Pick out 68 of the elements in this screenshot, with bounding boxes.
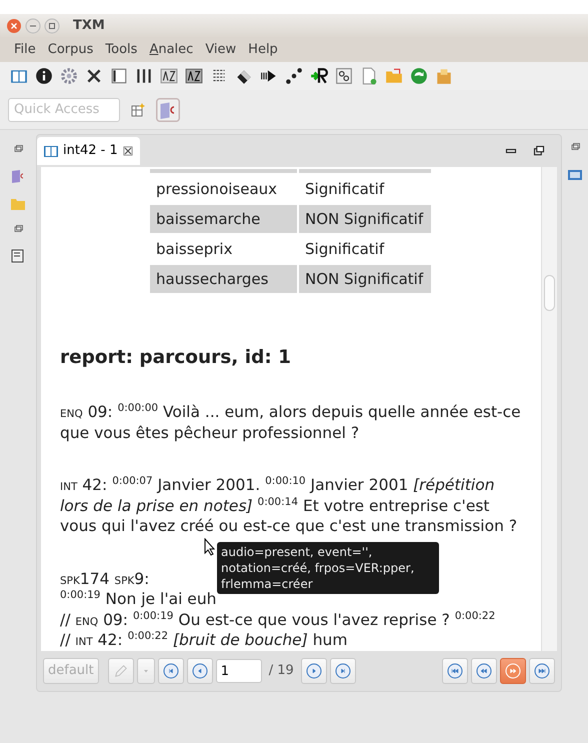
page-field[interactable]: 1 bbox=[216, 659, 262, 683]
table-cell: NON Significatif bbox=[299, 265, 431, 293]
table-cell-text: Significatif bbox=[304, 239, 386, 260]
utterance-text: INT 42: $^{0:00:07}$ Janvier 2001. $^{0:00:10}$ Janvier 2001 [répétition lors de la prise en notes] $^{0:00:14}$ Et votre entreprise c'est vous qui l'avez créé ou est-ce que c'est une transmission ? bbox=[60, 476, 518, 536]
table-cell-text: baisseprix bbox=[155, 239, 234, 260]
caret-icon bbox=[142, 667, 150, 675]
previous-page-icon bbox=[476, 663, 492, 679]
text-nav-button[interactable] bbox=[442, 658, 468, 684]
maximize-icon[interactable] bbox=[44, 18, 60, 34]
utterance-text: $^{0:00:19}$ Non je l'ai euh bbox=[60, 590, 216, 610]
text-nav-button[interactable] bbox=[500, 658, 526, 684]
menu-item[interactable]: File bbox=[8, 40, 42, 60]
sort-icon[interactable] bbox=[160, 67, 178, 85]
column-icon[interactable] bbox=[110, 67, 128, 85]
gear-icon[interactable] bbox=[60, 67, 78, 85]
next-page-icon bbox=[505, 663, 521, 679]
text-nav-button[interactable] bbox=[471, 658, 497, 684]
mouse-pointer-icon bbox=[204, 538, 216, 556]
previous-page-icon bbox=[192, 663, 208, 679]
corpus-icon[interactable] bbox=[156, 98, 180, 122]
refresh-icon[interactable] bbox=[410, 67, 428, 85]
window-title: TXM bbox=[73, 17, 105, 36]
menu-item[interactable]: Analec bbox=[143, 40, 200, 60]
quick-access-field[interactable]: Quick Access bbox=[8, 98, 120, 122]
page-nav-button[interactable] bbox=[158, 658, 184, 684]
text-nav-button[interactable] bbox=[529, 658, 555, 684]
utterance-text: ENQ 09: $^{0:00:00}$ Voilà ... eum, alors depuis quelle année est-ce que vous êtes pêcheur professionnel ? bbox=[60, 403, 522, 442]
report-heading: report: parcours, id: 1 bbox=[60, 347, 292, 369]
info-icon[interactable] bbox=[35, 67, 53, 85]
columns-icon[interactable] bbox=[135, 67, 153, 85]
menu-item[interactable]: Corpus bbox=[42, 40, 100, 60]
last-page-icon bbox=[334, 663, 351, 679]
last-page-icon bbox=[534, 663, 550, 679]
table-cell-text: Significatif bbox=[304, 179, 386, 200]
menu-item[interactable]: Help bbox=[242, 40, 284, 60]
new-file-icon[interactable] bbox=[360, 67, 378, 85]
page-total: / 19 bbox=[268, 662, 295, 680]
corpus-icon[interactable] bbox=[10, 168, 26, 184]
table-cell: haussecharges bbox=[150, 265, 297, 293]
utterance-text: // INT 42: $^{0:00:22}$ [bruit de bouche] hum bbox=[60, 631, 348, 651]
first-page-icon bbox=[162, 663, 179, 679]
next-page-icon bbox=[306, 663, 322, 679]
r-icon[interactable] bbox=[310, 67, 328, 85]
close-icon[interactable] bbox=[85, 67, 103, 85]
editor-tab[interactable]: int42 - 1 bbox=[37, 137, 140, 165]
page-nav-button[interactable] bbox=[300, 658, 327, 684]
folder-icon[interactable] bbox=[385, 67, 403, 85]
menu-item[interactable]: View bbox=[199, 40, 242, 60]
page-nav-button[interactable] bbox=[330, 658, 356, 684]
utterance-text: // ENQ 09: $^{0:00:19}$ Ou est-ce que vous l'avez reprise ? $^{0:00:22}$ bbox=[60, 610, 496, 630]
close-icon[interactable] bbox=[122, 145, 134, 157]
sort-icon[interactable] bbox=[185, 67, 203, 85]
utterance-text: SPK174 SPK9: bbox=[60, 570, 150, 590]
restore-icon[interactable] bbox=[533, 145, 545, 157]
page-nav-button[interactable] bbox=[186, 658, 213, 684]
book-icon bbox=[43, 143, 59, 159]
dots-icon[interactable] bbox=[285, 67, 303, 85]
settings-icon[interactable] bbox=[335, 67, 353, 85]
table-cell-text: pressionoiseaux bbox=[155, 179, 278, 200]
console-icon[interactable] bbox=[10, 248, 26, 264]
first-page-icon bbox=[447, 663, 463, 679]
menu-item[interactable]: Tools bbox=[99, 40, 144, 60]
tooltip: audio=present, event='', notation=créé, frpos=VER:pper, frlemma=créer bbox=[217, 542, 439, 594]
perspective-icon[interactable] bbox=[130, 102, 146, 118]
table-cell: baissemarche bbox=[150, 205, 297, 233]
vertical-scrollbar[interactable] bbox=[541, 167, 557, 651]
table-cell: NON Significatif bbox=[299, 205, 431, 233]
pencil-icon bbox=[114, 664, 128, 678]
